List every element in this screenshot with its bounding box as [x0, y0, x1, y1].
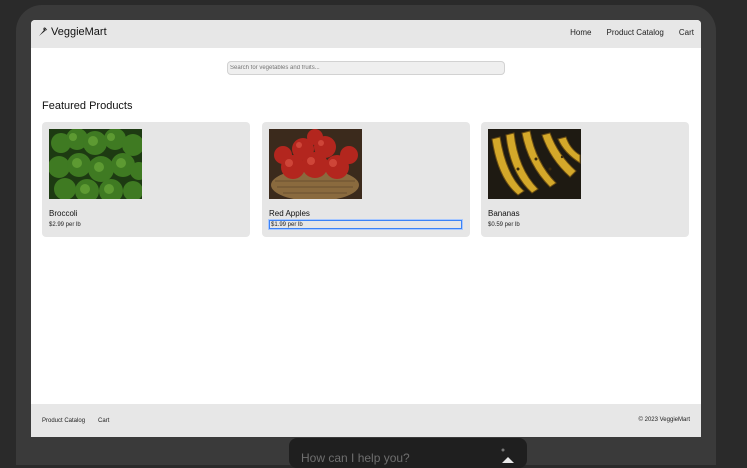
product-price-focused[interactable]: $1.99 per lb — [268, 219, 463, 230]
chat-expand-icon[interactable] — [501, 450, 515, 468]
product-card-broccoli[interactable]: Broccoli $2.99 per lb — [42, 122, 250, 237]
footer-catalog-link[interactable]: Product Catalog — [42, 418, 85, 424]
product-card-bananas[interactable]: Bananas $0.59 per lb — [481, 122, 689, 237]
carrot-icon — [38, 27, 48, 37]
search-input[interactable] — [227, 61, 505, 75]
product-name: Red Apples — [269, 209, 310, 218]
chat-prompt: How can I help you? — [301, 451, 410, 465]
product-name: Broccoli — [49, 209, 78, 218]
product-price: $0.59 per lb — [488, 222, 520, 228]
product-name: Bananas — [488, 209, 520, 218]
broccoli-image — [49, 129, 142, 199]
product-price: $2.99 per lb — [49, 222, 81, 228]
featured-products-heading: Featured Products — [42, 100, 133, 112]
nav-home-link[interactable]: Home — [570, 28, 591, 37]
brand-name: VeggieMart — [51, 26, 107, 38]
brand-logo[interactable]: VeggieMart — [38, 26, 107, 38]
top-navbar: VeggieMart Home Product Catalog Cart — [31, 20, 701, 48]
footer-links: Product Catalog Cart — [42, 418, 109, 424]
chat-widget[interactable]: How can I help you? — [289, 438, 527, 468]
bananas-image — [488, 129, 581, 199]
nav-catalog-link[interactable]: Product Catalog — [607, 28, 664, 37]
apples-image — [269, 129, 362, 199]
nav-cart-link[interactable]: Cart — [679, 28, 694, 37]
browser-viewport: VeggieMart Home Product Catalog Cart Fea… — [31, 20, 701, 437]
product-card-apples[interactable]: Red Apples $1.99 per lb — [262, 122, 470, 237]
nav-links: Home Product Catalog Cart — [570, 28, 694, 37]
page-footer: Product Catalog Cart © 2023 VeggieMart — [31, 404, 701, 437]
footer-cart-link[interactable]: Cart — [98, 418, 109, 424]
copyright-text: © 2023 VeggieMart — [638, 417, 690, 423]
